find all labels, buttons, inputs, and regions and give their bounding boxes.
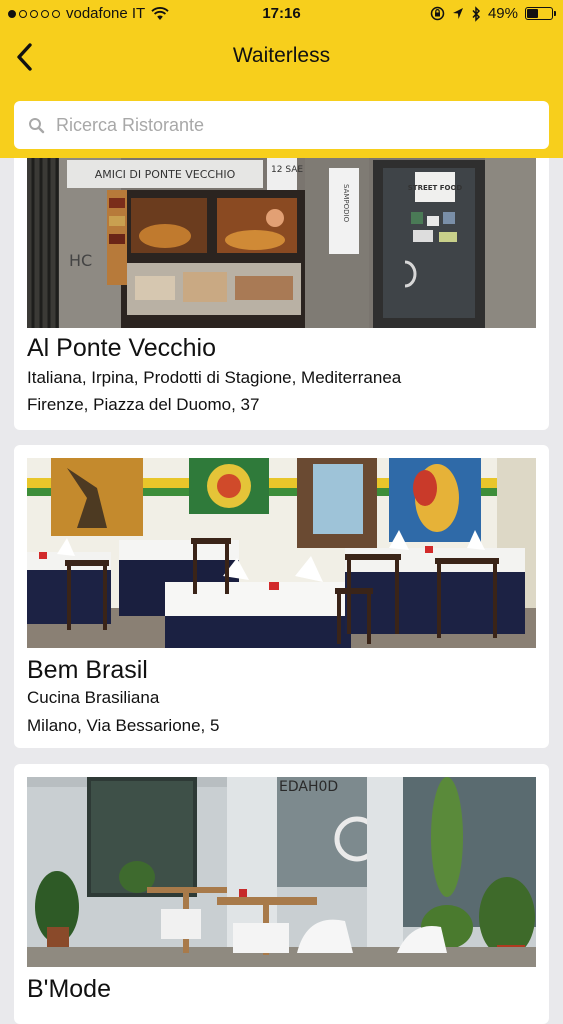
svg-text:STREET FOOD: STREET FOOD bbox=[408, 184, 463, 192]
search-input[interactable] bbox=[54, 113, 518, 137]
battery-percent: 49% bbox=[487, 5, 518, 22]
search-icon bbox=[28, 116, 46, 134]
header: vodafone IT 17:16 49% Waiterless Ricerca… bbox=[0, 0, 563, 158]
location-icon bbox=[452, 8, 463, 19]
restaurant-card[interactable]: EDAH0D B'Mode bbox=[14, 764, 549, 1024]
battery-icon bbox=[525, 7, 556, 20]
svg-text:HC: HC bbox=[69, 251, 92, 270]
navigation-bar: Waiterless bbox=[0, 34, 563, 80]
restaurant-address: Milano, Via Bessarione, 5 bbox=[27, 716, 220, 735]
orientation-lock-icon bbox=[430, 6, 445, 21]
page-title: Waiterless bbox=[232, 44, 331, 67]
status-bar: vodafone IT 17:16 49% bbox=[0, 0, 563, 30]
battery-fill bbox=[527, 9, 538, 18]
restaurant-photo: EDAH0D bbox=[27, 777, 536, 967]
restaurant-card[interactable]: HC AMICI DI PONTE VECCHIO 12 SAE SAMPODI… bbox=[14, 148, 549, 430]
bluetooth-icon bbox=[472, 5, 481, 22]
restaurant-card[interactable]: Bem Brasil Cucina Brasiliana Milano, Via… bbox=[14, 445, 549, 748]
restaurant-photo bbox=[27, 458, 536, 648]
svg-text:AMICI DI PONTE VECCHIO: AMICI DI PONTE VECCHIO bbox=[95, 168, 236, 181]
restaurant-cuisine: Cucina Brasiliana bbox=[27, 688, 160, 707]
status-right: 49% bbox=[430, 5, 556, 22]
restaurant-name: Bem Brasil bbox=[27, 656, 148, 684]
svg-text:12 SAE: 12 SAE bbox=[271, 165, 303, 175]
restaurant-cuisine: Italiana, Irpina, Prodotti di Stagione, … bbox=[27, 368, 402, 387]
restaurant-address: Firenze, Piazza del Duomo, 37 bbox=[27, 395, 260, 414]
restaurant-photo: HC AMICI DI PONTE VECCHIO 12 SAE SAMPODI… bbox=[27, 158, 536, 328]
search-bar[interactable] bbox=[14, 101, 549, 149]
svg-text:EDAH0D: EDAH0D bbox=[279, 779, 338, 795]
svg-text:SAMPODIO: SAMPODIO bbox=[342, 184, 350, 223]
restaurant-name: Al Ponte Vecchio bbox=[27, 334, 217, 362]
